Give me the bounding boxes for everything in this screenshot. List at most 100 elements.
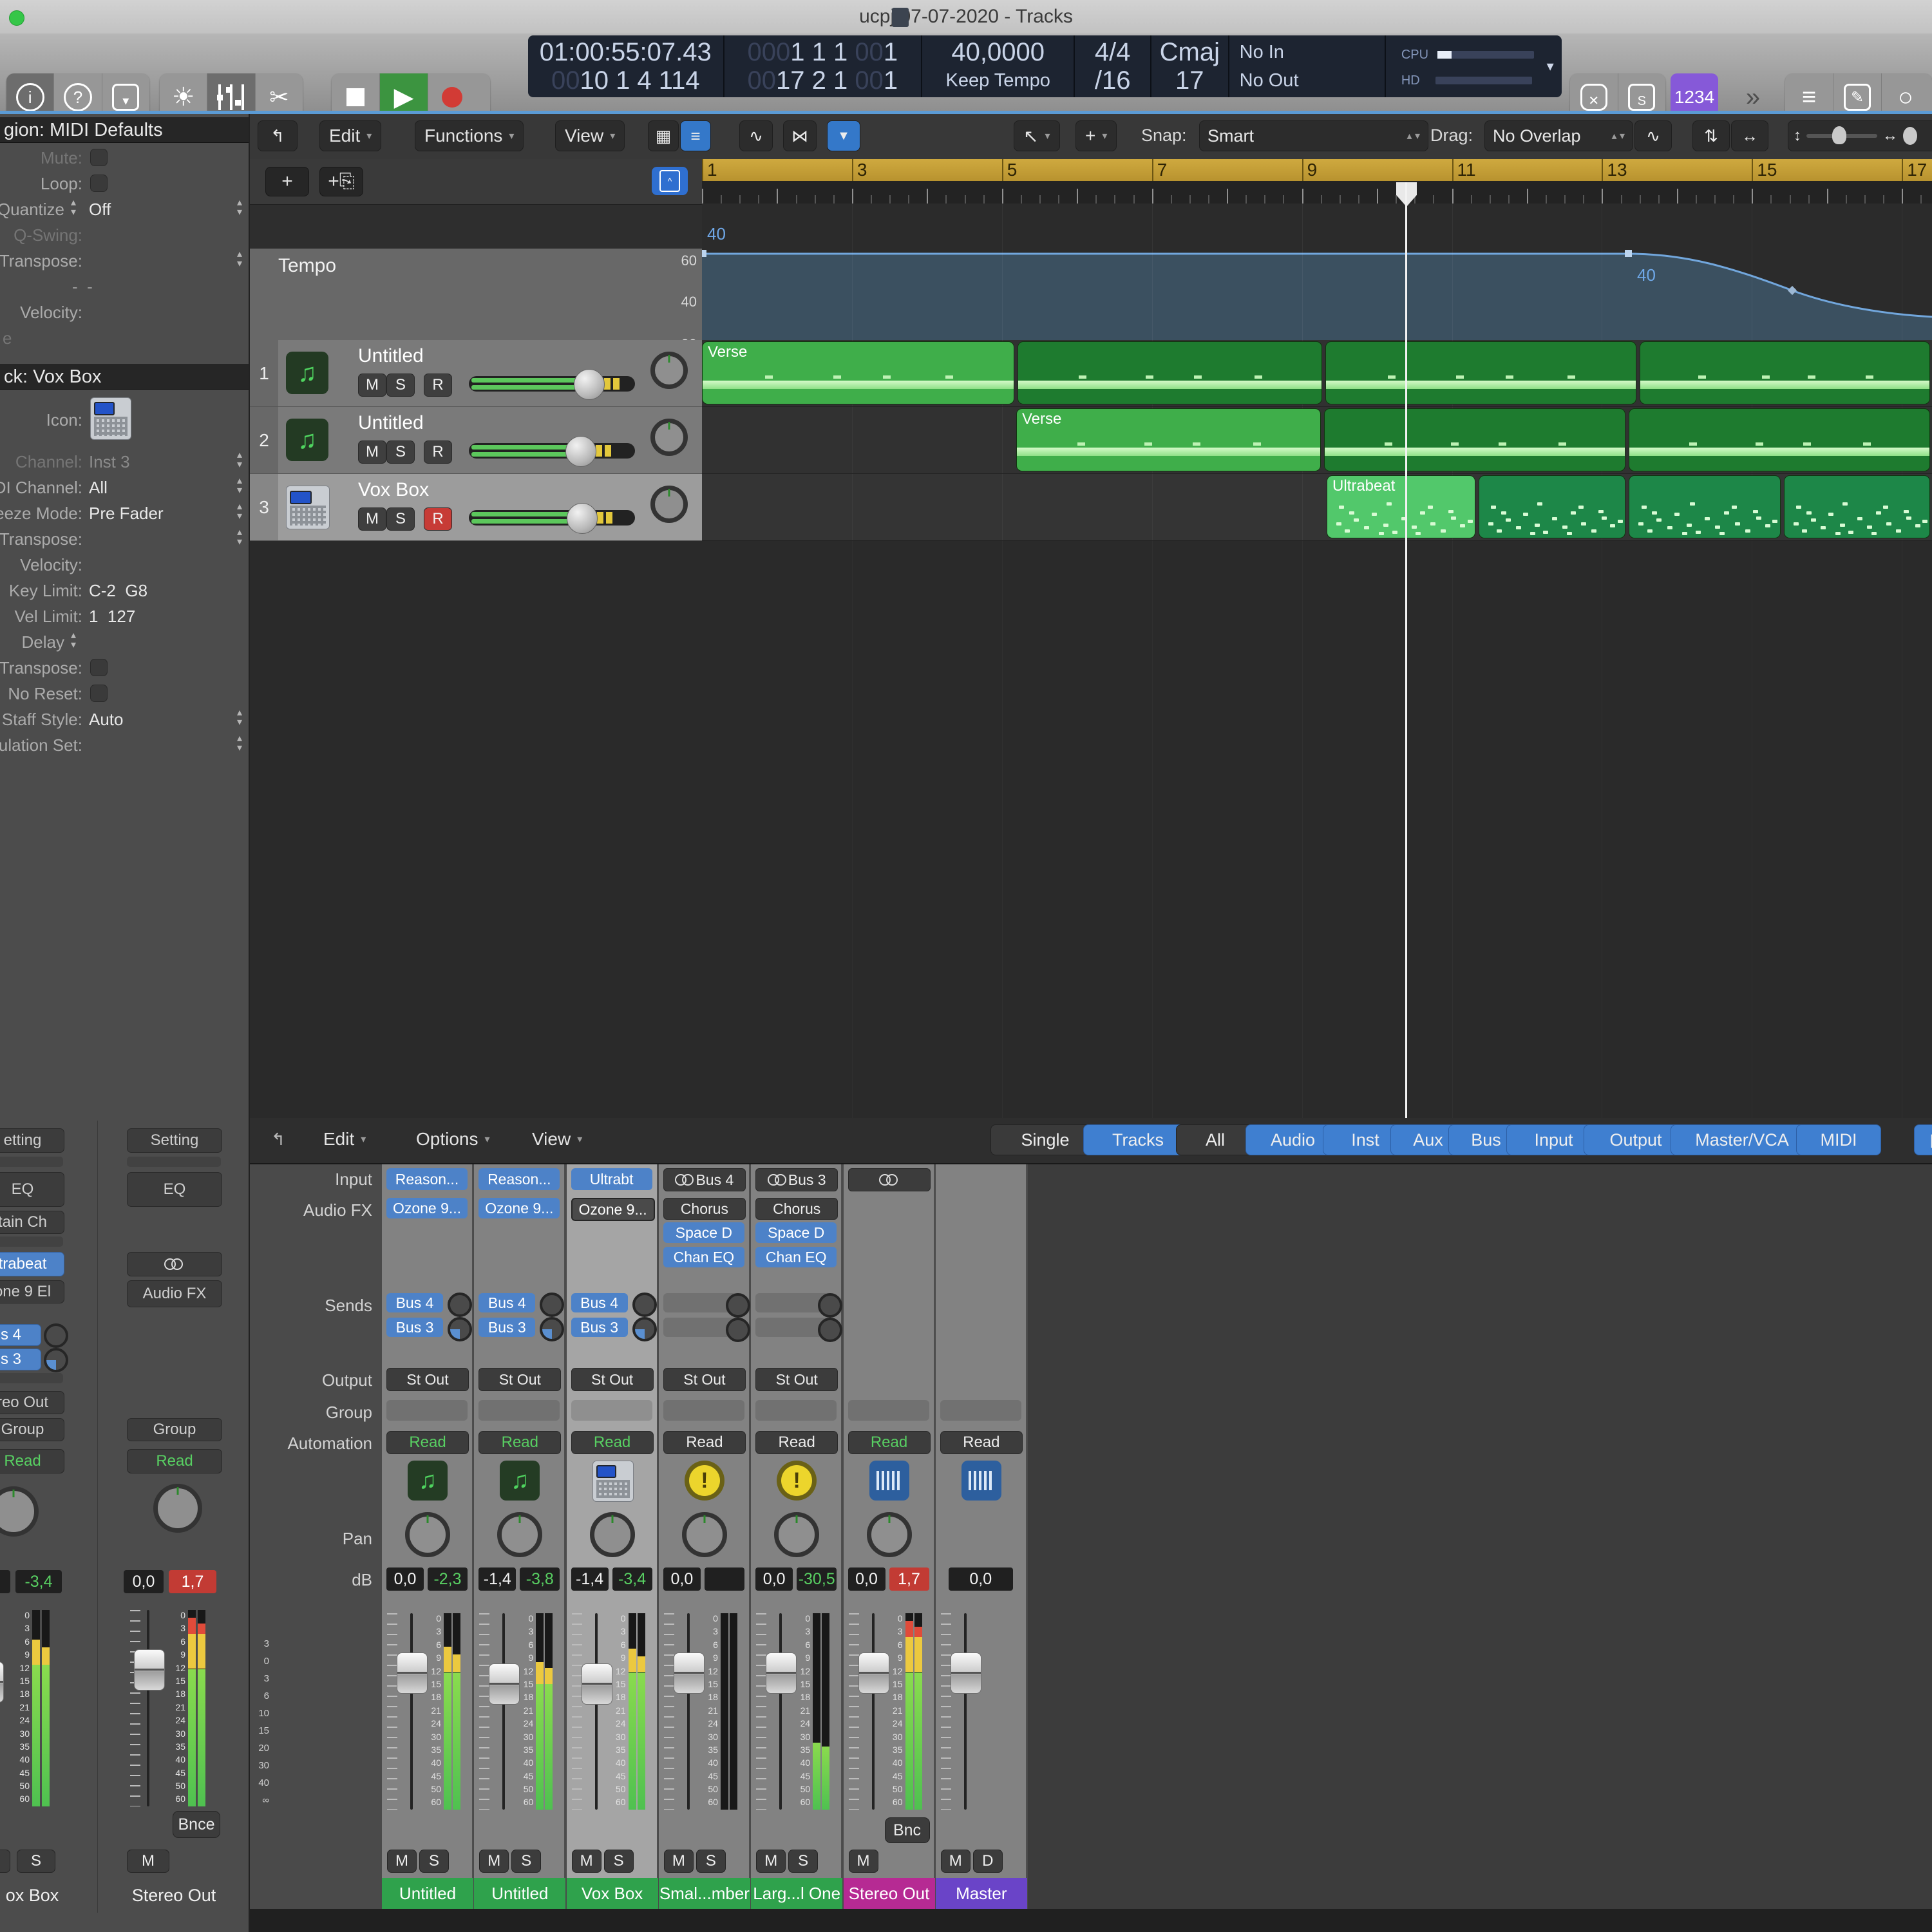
audio-fx-slot[interactable]: Chan EQ [755, 1247, 837, 1267]
mute-button[interactable]: M [941, 1850, 971, 1873]
send-knob[interactable] [448, 1293, 472, 1317]
send-slot[interactable]: Bus 4 [478, 1293, 535, 1312]
mute-button[interactable]: M [664, 1850, 694, 1873]
add-track-button[interactable]: + [265, 167, 309, 196]
db-fader-value[interactable]: 0,0 [848, 1567, 886, 1591]
channel-name-plate[interactable]: Untitled [382, 1878, 473, 1909]
horizontal-zoom-button[interactable]: ↔ [1731, 120, 1768, 151]
channel-name-plate[interactable]: Vox Box [567, 1878, 658, 1909]
automation-read-button[interactable]: Read [848, 1431, 931, 1454]
group-slot[interactable]: Group [0, 1418, 64, 1441]
send-slot[interactable]: s 3 [0, 1349, 41, 1370]
param-stepper-icon[interactable]: ▴▾ [237, 198, 242, 217]
db-fader-value[interactable]: -1,4 [571, 1567, 609, 1591]
automation-read-button[interactable]: Read [940, 1431, 1023, 1454]
empty-send-slot[interactable] [0, 1373, 63, 1383]
audio-fx-slot[interactable]: Chorus [755, 1198, 838, 1220]
group-slot[interactable] [571, 1400, 652, 1421]
channel-name-plate[interactable]: Untitled [474, 1878, 565, 1909]
automation-read-button[interactable]: Read [0, 1449, 64, 1473]
db-fader-value[interactable]: -1,4 [478, 1567, 516, 1591]
param-value[interactable]: Pre Fader [89, 504, 164, 524]
input-slot[interactable]: Bus 3 [755, 1168, 838, 1191]
drag-dropdown[interactable]: No Overlap▴ ▾ [1484, 120, 1633, 151]
mixer-menu-view[interactable]: View▾ [523, 1124, 591, 1154]
instrument-slot[interactable]: trabeat [0, 1252, 64, 1276]
output-slot[interactable]: St Out [478, 1368, 561, 1391]
tracks-menu-functions[interactable]: Functions▾ [415, 120, 524, 151]
param-value[interactable]: 1 127 [89, 607, 135, 627]
channel-name-plate[interactable]: Stereo Out [844, 1878, 935, 1909]
lcd-disclosure-chevron[interactable]: ▾ [1539, 35, 1562, 97]
group-slot[interactable] [386, 1400, 468, 1421]
region-loop[interactable] [1324, 408, 1625, 471]
vertical-zoom-button[interactable]: ⇅ [1692, 120, 1730, 151]
automation-read-button[interactable]: Read [386, 1431, 469, 1454]
pan-knob[interactable] [867, 1512, 912, 1557]
fader-knob[interactable] [397, 1653, 428, 1694]
midi-fx-slot[interactable]: tain Ch [0, 1211, 64, 1234]
send-knob-empty[interactable] [726, 1318, 750, 1342]
mute-button[interactable]: M [572, 1850, 601, 1873]
pan-knob[interactable] [774, 1512, 819, 1557]
region-loop[interactable] [1018, 341, 1322, 404]
param-checkbox[interactable] [90, 149, 108, 166]
send-slot[interactable]: Bus 4 [386, 1293, 443, 1312]
pan-knob[interactable] [682, 1512, 727, 1557]
send-knob-empty[interactable] [818, 1293, 842, 1318]
solo-button[interactable]: S [386, 507, 415, 531]
lcd-section-5[interactable]: No InNo Out [1229, 35, 1386, 97]
lcd-section-1[interactable]: 0001 1 1 0010017 2 1 001 [724, 35, 923, 97]
automation-curve-button[interactable]: ∿ [739, 120, 773, 151]
tracks-menu-view[interactable]: View▾ [555, 120, 625, 151]
mixer-strip-view-button[interactable]: ▥ [1914, 1124, 1932, 1155]
db-fader-value[interactable]: 0,0 [755, 1567, 793, 1591]
send-slot[interactable]: Bus 3 [478, 1318, 535, 1337]
send-knob-empty[interactable] [818, 1318, 842, 1342]
group-slot[interactable] [663, 1400, 744, 1421]
param-value[interactable]: Off [89, 200, 111, 220]
h-zoom-thumb[interactable] [1903, 127, 1917, 145]
record-arm-button[interactable]: R [424, 507, 452, 531]
tempo-lane[interactable]: 4040 [702, 204, 1932, 341]
audio-fx-slot[interactable]: Chorus [663, 1198, 746, 1220]
pan-knob[interactable] [650, 486, 688, 523]
catch-playhead-button[interactable]: ▼ [827, 120, 860, 151]
param-stepper-icon[interactable]: ▴▾ [237, 734, 242, 753]
send-knob[interactable] [44, 1348, 68, 1372]
audio-fx-slot[interactable]: Chan EQ [663, 1247, 744, 1267]
audio-fx-slot[interactable]: Audio FX [127, 1280, 222, 1307]
param-checkbox[interactable] [90, 175, 108, 192]
region-loop[interactable] [1629, 408, 1930, 471]
region-loop[interactable] [1640, 341, 1930, 404]
pointer-tool-menu[interactable]: ↖▾ [1014, 120, 1060, 151]
lcd-section-4[interactable]: Cmaj17 [1151, 35, 1229, 97]
grid-view-button[interactable]: ▦ [648, 120, 679, 151]
bar-ruler[interactable]: 1357911131517 [702, 159, 1932, 181]
fader-knob[interactable] [0, 1662, 4, 1703]
mute-button[interactable]: M [756, 1850, 786, 1873]
fader-knob[interactable] [134, 1649, 165, 1690]
close-traffic-light[interactable] [9, 10, 24, 26]
db-fader-value[interactable]: 0,0 [663, 1567, 701, 1591]
mixer-view-all[interactable]: All [1176, 1124, 1255, 1155]
input-slot[interactable] [848, 1168, 931, 1191]
back-button[interactable]: ↰ [260, 1124, 296, 1154]
beat-ticks-strip[interactable] [702, 181, 1932, 205]
param-stepper-icon[interactable]: ▴▾ [237, 502, 242, 521]
group-slot[interactable] [940, 1400, 1021, 1421]
region-verse[interactable]: Verse [702, 341, 1014, 404]
track-inspector-header[interactable]: ck: Vox Box [0, 364, 249, 390]
send-slot[interactable]: Bus 4 [571, 1293, 628, 1312]
setting-slot[interactable]: Setting [127, 1128, 222, 1153]
automation-read-button[interactable]: Read [663, 1431, 746, 1454]
audio-fx-slot[interactable]: Ozone 9... [386, 1198, 468, 1218]
setting-slot[interactable]: etting [0, 1128, 64, 1153]
region-loop[interactable] [1784, 475, 1930, 538]
pan-knob[interactable] [590, 1512, 635, 1557]
output-slot[interactable]: St Out [755, 1368, 838, 1391]
send-knob[interactable] [632, 1293, 657, 1317]
channel-name-plate[interactable]: Master [936, 1878, 1027, 1909]
param-value[interactable]: Auto [89, 710, 124, 730]
group-slot[interactable] [478, 1400, 560, 1421]
